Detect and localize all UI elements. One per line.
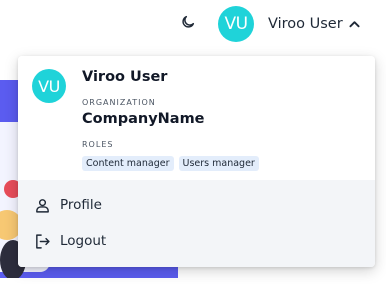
avatar[interactable]: VU bbox=[218, 6, 254, 42]
top-header: VU Viroo User bbox=[0, 0, 386, 48]
role-badge: Users manager bbox=[178, 156, 259, 171]
logout-label: Logout bbox=[60, 233, 107, 249]
menu-actions: Profile Logout bbox=[18, 180, 375, 267]
roles-label: ROLES bbox=[82, 140, 114, 149]
user-name: Viroo User bbox=[268, 16, 343, 32]
organization-label: ORGANIZATION bbox=[82, 98, 156, 107]
app-page: VU Viroo User VU Viroo User ORGANIZATION… bbox=[0, 0, 386, 284]
menu-avatar: VU bbox=[32, 69, 66, 103]
profile-label: Profile bbox=[60, 197, 102, 213]
user-info-section: VU Viroo User ORGANIZATION CompanyName R… bbox=[18, 56, 375, 180]
chevron-up-icon bbox=[349, 20, 360, 28]
user-dropdown-menu: VU Viroo User ORGANIZATION CompanyName R… bbox=[18, 56, 375, 267]
user-icon bbox=[33, 196, 51, 214]
roles-list: Content manager Users manager bbox=[82, 156, 259, 171]
moon-icon bbox=[180, 14, 196, 34]
logout-menu-item[interactable]: Logout bbox=[18, 223, 375, 259]
profile-menu-item[interactable]: Profile bbox=[18, 187, 375, 223]
theme-toggle-button[interactable] bbox=[177, 13, 199, 35]
user-menu-trigger[interactable]: Viroo User bbox=[268, 13, 360, 35]
organization-name: CompanyName bbox=[82, 111, 205, 127]
role-badge: Content manager bbox=[82, 156, 174, 171]
menu-user-name: Viroo User bbox=[82, 69, 168, 85]
logout-icon bbox=[33, 232, 51, 250]
